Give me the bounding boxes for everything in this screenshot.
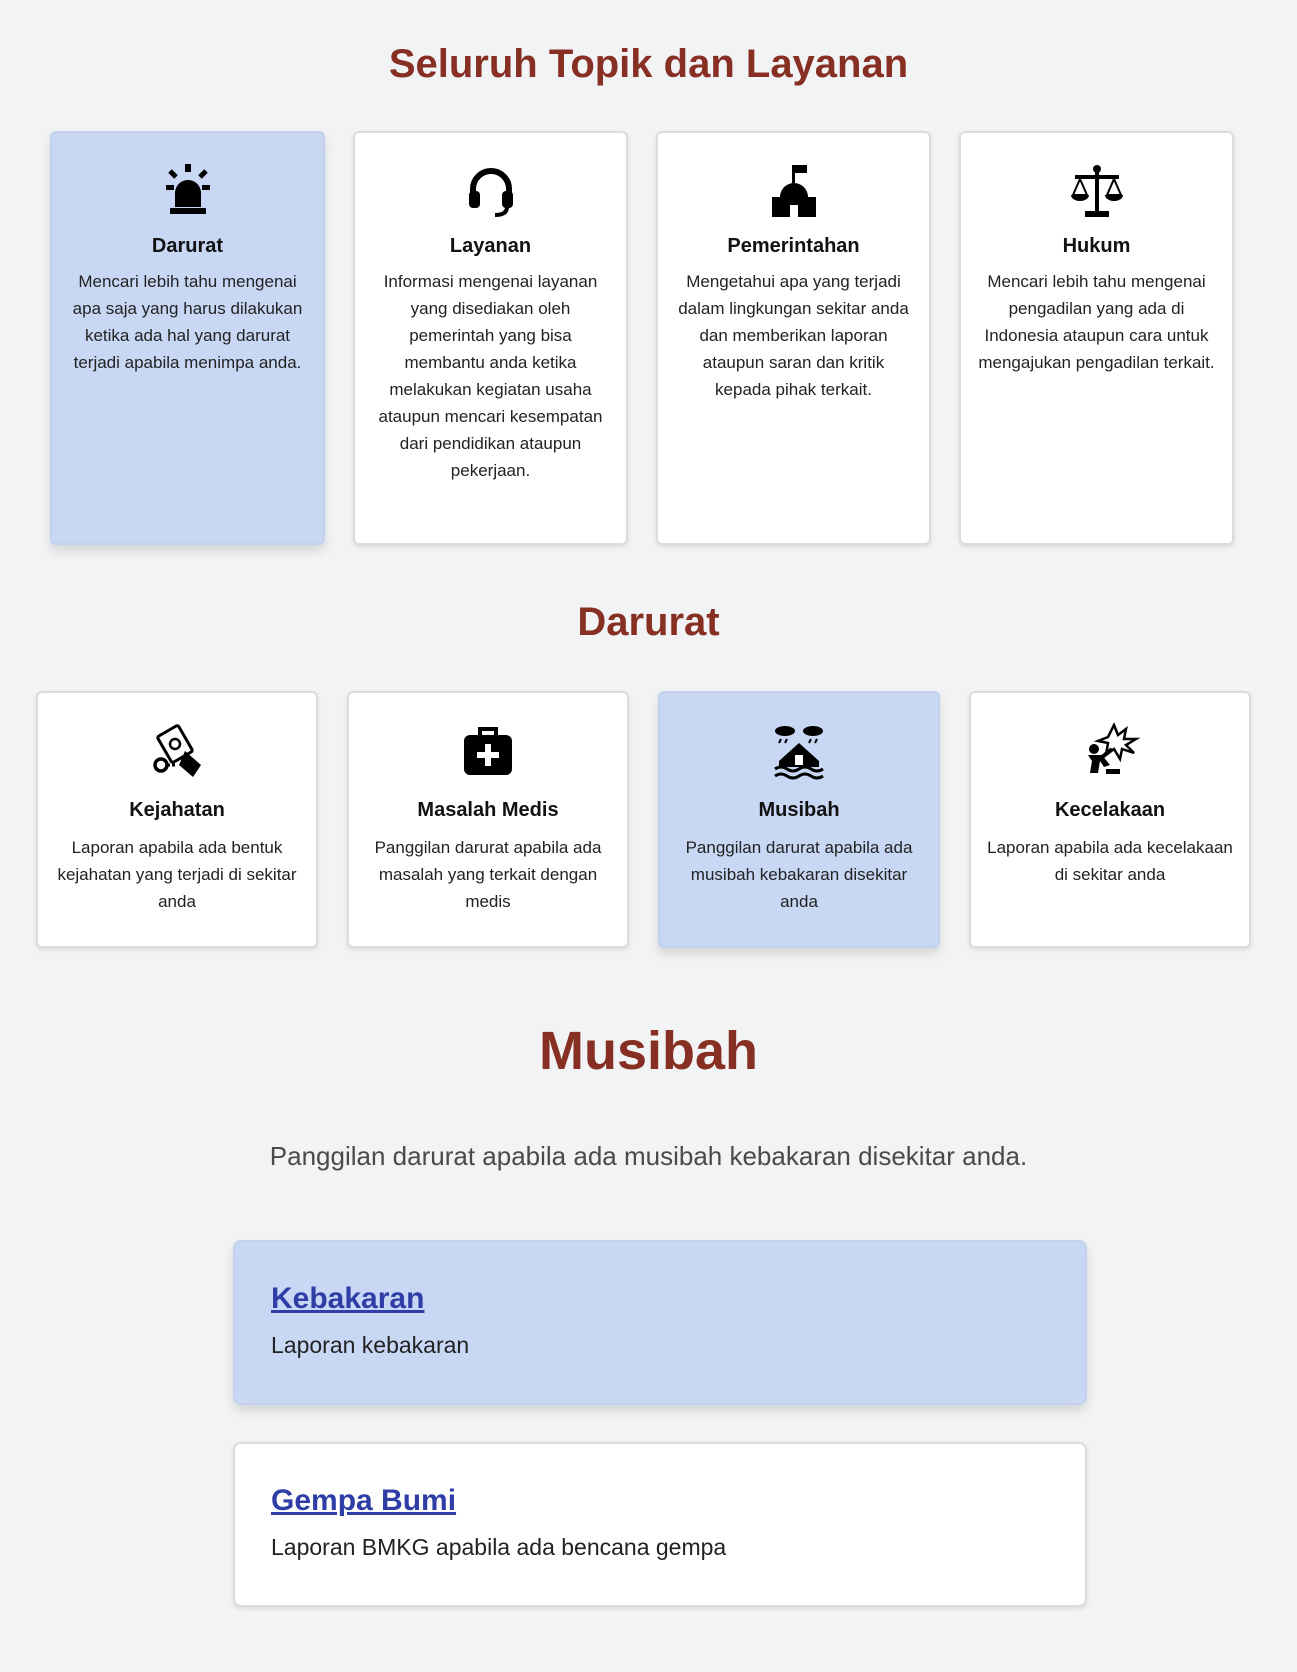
gempa-bumi-link[interactable]: Gempa Bumi	[271, 1484, 456, 1518]
topic-title: Layanan	[449, 235, 532, 257]
topic-desc: Mengetahui apa yang terjadi dalam lingku…	[678, 272, 909, 399]
darurat-heading: Darurat	[577, 600, 720, 644]
person-burst-icon	[1088, 721, 1140, 774]
topic-desc: Mencari lebih tahu mengenai apa saja yan…	[72, 272, 303, 372]
darurat-title: Kejahatan	[129, 799, 225, 821]
headset-icon	[468, 168, 513, 217]
scales-icon	[1070, 165, 1123, 217]
gempa-bumi-desc: Laporan BMKG apabila ada bencana gempa	[271, 1534, 727, 1560]
topic-desc: Informasi mengenai layanan yang disediak…	[378, 272, 603, 480]
darurat-desc: Panggilan darurat apabila ada masalah ya…	[374, 838, 602, 911]
kebakaran-desc: Laporan kebakaran	[271, 1332, 470, 1358]
topic-card-pemerintahan[interactable]: Pemerintahan Mengetahui apa yang terjadi…	[656, 131, 931, 545]
government-building-icon	[771, 165, 816, 217]
darurat-title: Kecelakaan	[1054, 799, 1166, 821]
topic-card-hukum[interactable]: Hukum Mencari lebih tahu mengenai pengad…	[959, 131, 1234, 545]
topic-card-layanan[interactable]: Layanan Informasi mengenai layanan yang …	[353, 131, 628, 545]
musibah-heading: Musibah	[538, 1021, 758, 1081]
darurat-card-masalah-medis[interactable]: Masalah Medis Panggilan darurat apabila …	[347, 691, 629, 948]
musibah-item-kebakaran[interactable]: Kebakaran Laporan kebakaran	[233, 1240, 1087, 1405]
topic-title: Darurat	[151, 235, 224, 257]
topic-desc: Mencari lebih tahu mengenai pengadilan y…	[978, 272, 1215, 372]
darurat-title: Musibah	[758, 799, 840, 821]
kebakaran-link[interactable]: Kebakaran	[271, 1282, 424, 1316]
medical-kit-icon	[464, 727, 512, 775]
siren-icon	[165, 164, 210, 214]
topics-heading: Seluruh Topik dan Layanan	[388, 42, 909, 86]
darurat-desc: Panggilan darurat apabila ada musibah ke…	[685, 838, 913, 911]
darurat-desc: Laporan apabila ada bentuk kejahatan yan…	[57, 838, 297, 911]
darurat-desc: Laporan apabila ada kecelakaan di sekita…	[987, 838, 1233, 884]
musibah-item-gempa-bumi[interactable]: Gempa Bumi Laporan BMKG apabila ada benc…	[233, 1442, 1087, 1607]
handcuffed-money-icon	[153, 724, 201, 777]
topic-title: Hukum	[1062, 235, 1131, 257]
topic-title: Pemerintahan	[727, 235, 860, 257]
darurat-card-kecelakaan[interactable]: Kecelakaan Laporan apabila ada kecelakaa…	[969, 691, 1251, 948]
darurat-title: Masalah Medis	[417, 799, 559, 821]
darurat-card-musibah[interactable]: Musibah Panggilan darurat apabila ada mu…	[658, 691, 940, 948]
house-flood-icon	[774, 726, 824, 780]
topic-card-darurat[interactable]: Darurat Mencari lebih tahu mengenai apa …	[50, 131, 325, 545]
darurat-card-kejahatan[interactable]: Kejahatan Laporan apabila ada bentuk kej…	[36, 691, 318, 948]
musibah-subtitle: Panggilan darurat apabila ada musibah ke…	[269, 1141, 1028, 1171]
